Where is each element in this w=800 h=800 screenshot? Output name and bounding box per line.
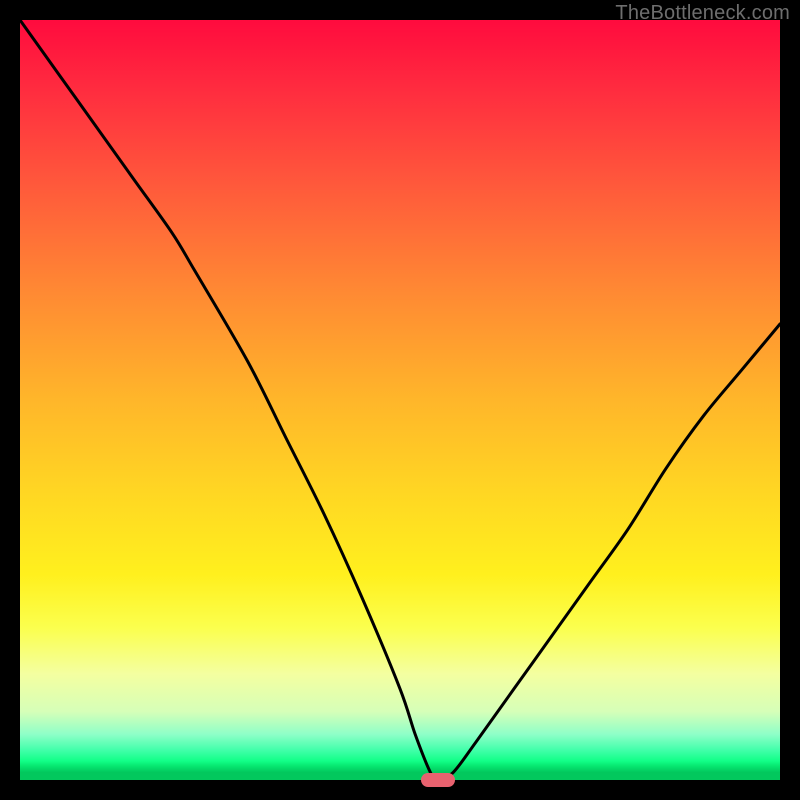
optimal-marker (421, 773, 455, 787)
plot-area (20, 20, 780, 780)
bottleneck-curve (20, 20, 780, 780)
chart-frame: TheBottleneck.com (0, 0, 800, 800)
